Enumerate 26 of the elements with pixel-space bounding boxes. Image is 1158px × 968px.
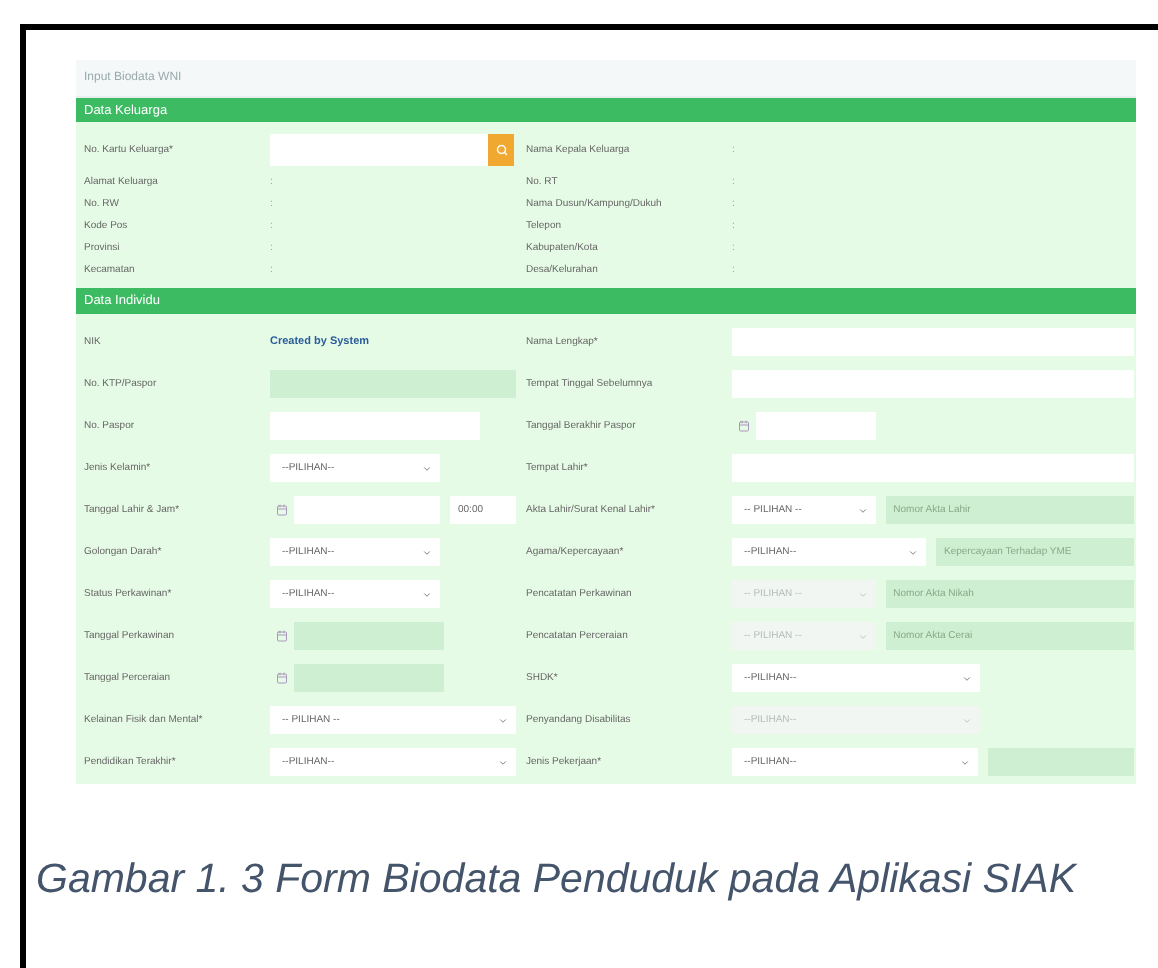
calendar-icon [738,420,750,433]
search-field[interactable] [270,133,514,166]
chevron-down-icon [498,757,508,768]
search-button[interactable] [488,133,514,166]
input-field[interactable] [732,328,1134,357]
figure-caption: Gambar 1. 3 Form Biodata Penduduk pada Aplikasi SIAK [36,856,1079,904]
input-field[interactable] [732,370,1134,399]
calendar-icon [276,630,288,643]
chevron-down-icon [908,547,918,558]
date-field[interactable] [294,496,440,525]
input-field[interactable] [270,412,480,441]
chevron-down-icon [422,589,432,600]
chevron-down-icon [857,631,868,642]
calendar-icon [276,672,288,685]
chevron-down-icon [962,673,972,684]
chevron-down-icon [962,715,972,726]
calendar-icon [276,504,288,517]
chevron-down-icon [857,589,868,600]
chevron-down-icon [422,547,432,558]
chevron-down-icon [960,757,970,768]
chevron-down-icon [498,715,508,726]
chevron-down-icon [422,463,432,474]
date-field[interactable] [756,412,876,441]
search-icon [495,143,507,156]
input-field[interactable] [732,454,1134,483]
chevron-down-icon [857,505,868,516]
